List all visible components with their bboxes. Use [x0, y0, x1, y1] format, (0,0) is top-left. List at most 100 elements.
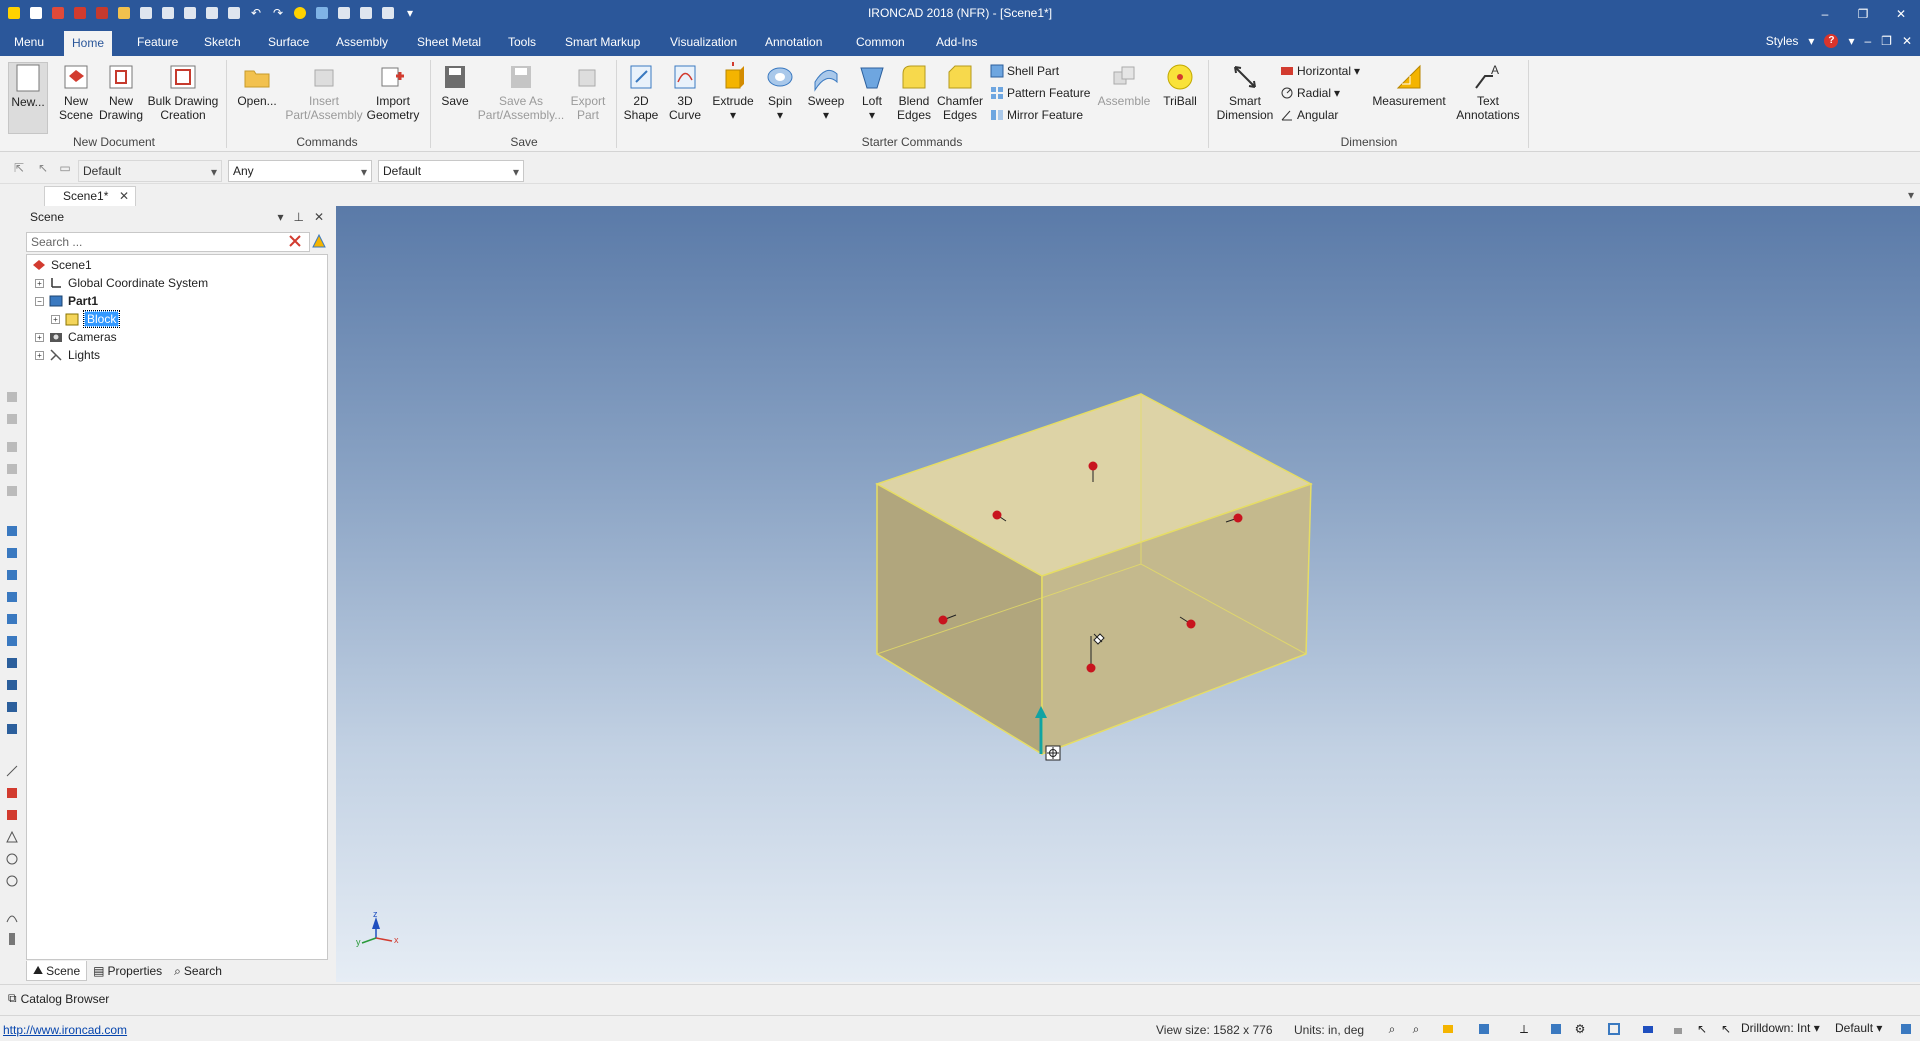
close-panel-icon[interactable]: ✕ — [314, 210, 324, 224]
circle-tool-2-icon[interactable] — [5, 874, 19, 888]
zoom-area-icon[interactable]: ⌕ — [1408, 1021, 1424, 1037]
minimize-doc-icon[interactable]: – — [1864, 34, 1871, 48]
chevron-down-icon[interactable]: ▾ — [277, 210, 283, 224]
tab-smart-markup[interactable]: Smart Markup — [557, 33, 648, 56]
shape-10-icon[interactable] — [5, 722, 19, 736]
open-button[interactable]: Open... — [234, 62, 280, 108]
assemble-button[interactable]: Assemble — [1096, 62, 1152, 108]
tree-node-scene1[interactable]: Scene1 — [31, 256, 92, 274]
render-icon[interactable]: ⚙ — [1572, 1021, 1588, 1037]
tree-node-lights[interactable]: + Lights — [35, 346, 100, 364]
restore-doc-icon[interactable]: ❐ — [1881, 34, 1892, 48]
close-button[interactable]: ✕ — [1882, 0, 1920, 28]
smart-dimension-button[interactable]: Smart Dimension — [1214, 62, 1276, 122]
styles-menu[interactable]: Styles — [1766, 34, 1799, 48]
chamfer-edges-button[interactable]: Chamfer Edges — [934, 62, 986, 122]
tab-common[interactable]: Common — [848, 33, 913, 56]
section-icon[interactable] — [1640, 1021, 1656, 1037]
pointer-icon[interactable]: ↖ — [1718, 1021, 1734, 1037]
tab-scene[interactable]: ⛰ Scene — [26, 961, 88, 981]
tab-annotation[interactable]: Annotation — [757, 33, 830, 56]
insert-part-assembly-button[interactable]: Insert Part/Assembly — [284, 62, 364, 122]
chevron-down-icon[interactable]: ▾ — [1808, 34, 1814, 48]
catalog-browser-button[interactable]: ⧉ Catalog Browser — [8, 991, 109, 1006]
spin-button[interactable]: Spin ▾ — [760, 62, 800, 122]
tab-add-ins[interactable]: Add-Ins — [928, 33, 985, 56]
shape-3-icon[interactable] — [5, 568, 19, 582]
view-cube-icon[interactable] — [1476, 1021, 1492, 1037]
tab-visualization[interactable]: Visualization — [662, 33, 745, 56]
close-tab-icon[interactable]: ✕ — [119, 189, 129, 203]
selection-filter-combo[interactable]: Any ▾ — [228, 160, 372, 182]
view-icon[interactable] — [5, 390, 19, 404]
new-drawing-button[interactable]: New Drawing — [98, 62, 144, 122]
loft-button[interactable]: Loft ▾ — [852, 62, 892, 122]
shell-part-button[interactable]: Shell Part — [990, 64, 1059, 78]
tree-node-global-coordinate-system[interactable]: + Global Coordinate System — [35, 274, 208, 292]
export-part-button[interactable]: Export Part — [566, 62, 610, 122]
select-icon[interactable]: ▭ — [58, 161, 72, 175]
sweep-button[interactable]: Sweep ▾ — [804, 62, 848, 122]
tree-node-block[interactable]: + Block — [51, 310, 121, 328]
view-2-icon[interactable] — [5, 412, 19, 426]
zoom-icon[interactable]: ⌕ — [1384, 1021, 1400, 1037]
shaded-icon[interactable] — [1548, 1021, 1564, 1037]
drawing-tool-2-icon[interactable] — [5, 808, 19, 822]
help-icon[interactable]: ? — [1824, 34, 1839, 48]
restore-button[interactable]: ❐ — [1844, 0, 1882, 28]
shape-8-icon[interactable] — [5, 678, 19, 692]
selection-filter-icon[interactable]: ⇱ — [12, 161, 26, 175]
drilldown-combo[interactable]: Drilldown: Int ▾ — [1738, 1020, 1828, 1038]
expand-icon[interactable]: + — [35, 278, 44, 288]
expand-icon[interactable]: + — [51, 314, 60, 324]
arc-tool-icon[interactable] — [5, 910, 19, 924]
chevron-down-icon[interactable]: ▾ — [1848, 34, 1854, 48]
tab-surface[interactable]: Surface — [260, 33, 317, 56]
collapse-icon[interactable]: − — [35, 296, 44, 306]
extrude-button[interactable]: Extrude ▾ — [710, 62, 756, 122]
pin-icon[interactable]: ⊥ — [293, 210, 303, 224]
new-scene-button[interactable]: New Scene — [54, 62, 98, 122]
tab-properties[interactable]: ▤ Properties — [87, 961, 168, 981]
view-5-icon[interactable] — [5, 484, 19, 498]
horizontal-dimension-button[interactable]: Horizontal ▾ — [1280, 64, 1360, 78]
settings-tree-icon[interactable] — [1898, 1021, 1914, 1037]
minimize-button[interactable]: – — [1806, 0, 1844, 28]
text-annotations-button[interactable]: A Text Annotations — [1452, 62, 1524, 122]
angle-tool-icon[interactable] — [5, 830, 19, 844]
measurement-button[interactable]: Measurement — [1370, 62, 1448, 108]
tab-assembly[interactable]: Assembly — [328, 33, 396, 56]
expand-icon[interactable]: + — [35, 350, 44, 360]
view-4-icon[interactable] — [5, 462, 19, 476]
tree-node-cameras[interactable]: + Cameras — [35, 328, 117, 346]
clear-search-icon[interactable] — [286, 232, 304, 250]
tab-sketch[interactable]: Sketch — [196, 33, 249, 56]
2d-shape-button[interactable]: 2D Shape — [622, 62, 660, 122]
triball-button[interactable]: TriBall — [1158, 62, 1202, 108]
expand-icon[interactable]: + — [35, 332, 44, 342]
bulk-drawing-button[interactable]: Bulk Drawing Creation — [146, 62, 220, 122]
shape-6-icon[interactable] — [5, 634, 19, 648]
new-button[interactable]: New... — [8, 62, 48, 134]
blend-edges-button[interactable]: Blend Edges — [894, 62, 934, 122]
tab-menu[interactable]: Menu — [6, 33, 52, 56]
style-combo[interactable]: Default ▾ — [78, 160, 222, 182]
3d-viewport[interactable]: z y x — [336, 206, 1920, 982]
tab-feature[interactable]: Feature — [129, 33, 186, 56]
shape-4-icon[interactable] — [5, 590, 19, 604]
scene-search-input[interactable]: Search ... — [26, 232, 310, 252]
close-doc-icon[interactable]: ✕ — [1902, 34, 1912, 48]
search-options-icon[interactable] — [310, 232, 328, 250]
circle-tool-icon[interactable] — [5, 852, 19, 866]
default-combo[interactable]: Default ▾ — [1832, 1020, 1896, 1038]
ruler-tool-icon[interactable] — [5, 932, 19, 946]
tab-scene1[interactable]: Scene1* ✕ — [44, 186, 136, 206]
tab-home[interactable]: Home — [64, 31, 113, 56]
cursor-icon[interactable]: ↖ — [36, 161, 50, 175]
shape-2-icon[interactable] — [5, 546, 19, 560]
pattern-feature-button[interactable]: Pattern Feature — [990, 86, 1090, 100]
view-3-icon[interactable] — [5, 440, 19, 454]
shape-box-icon[interactable] — [5, 524, 19, 538]
save-as-button[interactable]: Save As Part/Assembly... — [476, 62, 566, 122]
website-link[interactable]: http://www.ironcad.com — [3, 1023, 127, 1037]
